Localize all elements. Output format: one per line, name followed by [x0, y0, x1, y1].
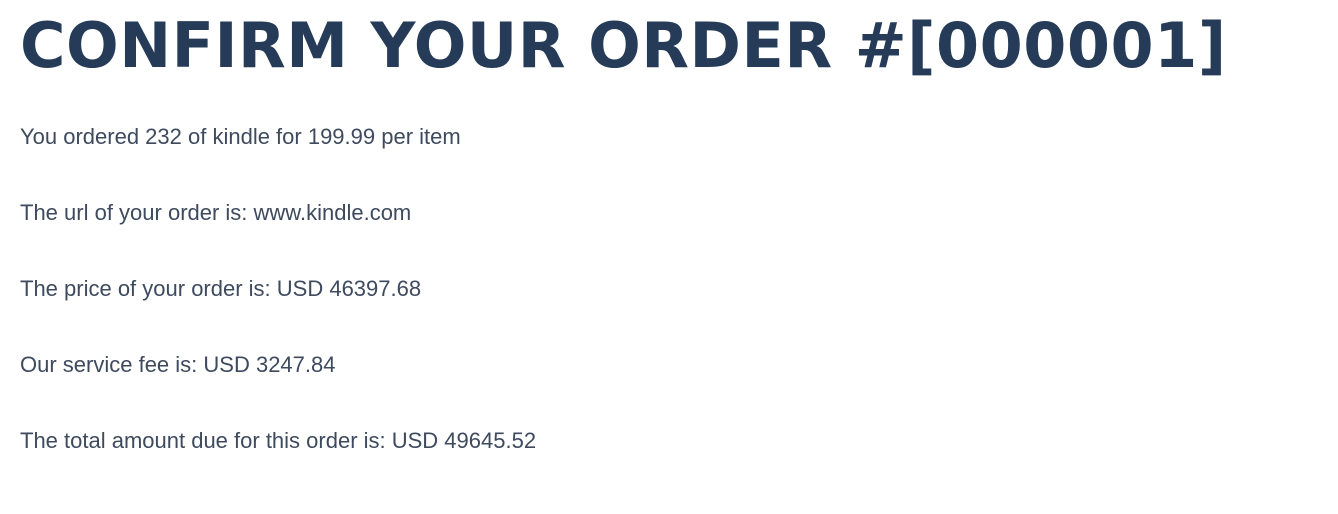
- order-url-text: The url of your order is: www.kindle.com: [20, 200, 412, 225]
- order-summary-text: You ordered 232 of kindle for 199.99 per…: [20, 124, 461, 149]
- service-fee-text: Our service fee is: USD 3247.84: [20, 352, 336, 377]
- order-price-text: The price of your order is: USD 46397.68: [20, 276, 422, 301]
- total-due-text: The total amount due for this order is: …: [20, 428, 537, 453]
- page-title: CONFIRM YOUR ORDER #[000001]: [20, 9, 1227, 82]
